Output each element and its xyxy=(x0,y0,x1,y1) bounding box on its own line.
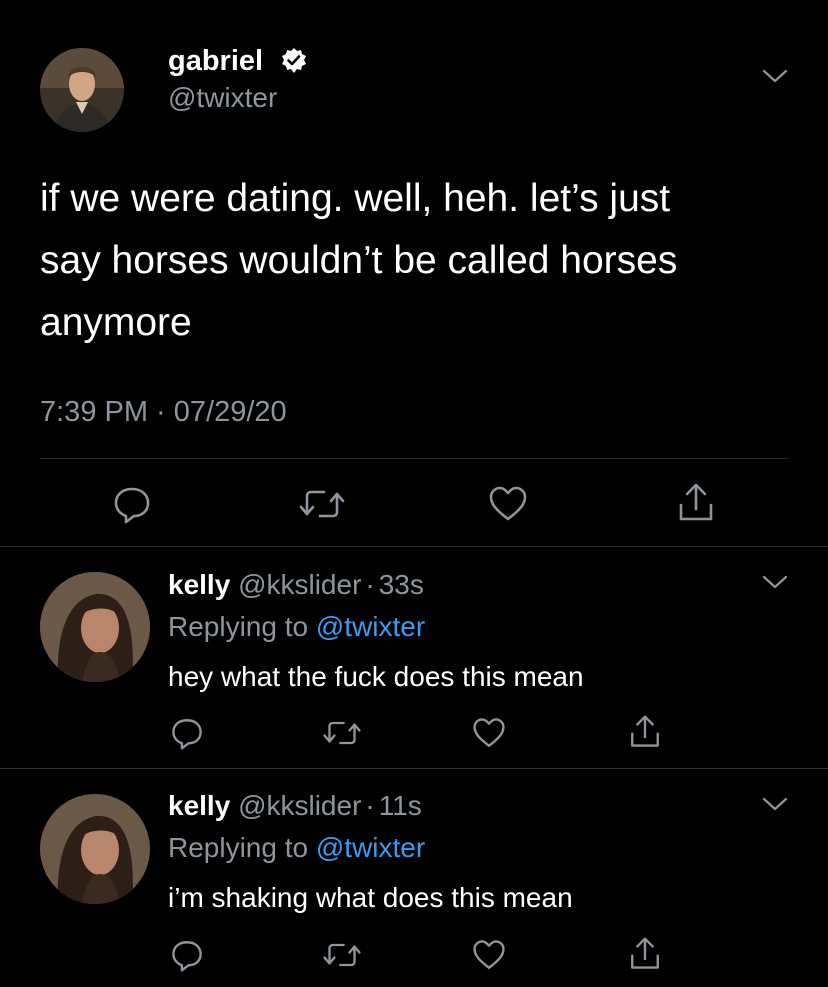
replying-to-label: Replying to xyxy=(168,832,309,863)
retweet-icon[interactable] xyxy=(322,716,362,750)
reply-icon[interactable] xyxy=(112,484,152,524)
separator-dot: · xyxy=(365,569,375,600)
replying-to-handle-link[interactable]: @twixter xyxy=(316,611,425,642)
retweet-icon[interactable] xyxy=(322,938,362,972)
tweet-text-line: say horses wouldn’t be called horses xyxy=(40,239,678,282)
replying-to: Replying to @twixter xyxy=(168,610,425,644)
like-icon[interactable] xyxy=(472,938,506,972)
chevron-down-icon[interactable] xyxy=(762,574,788,590)
replying-to-handle-link[interactable]: @twixter xyxy=(316,832,425,863)
divider xyxy=(0,546,828,547)
reply-text: i’m shaking what does this mean xyxy=(168,882,573,913)
reply-icon[interactable] xyxy=(170,716,204,750)
reply-time[interactable]: 11s xyxy=(379,790,422,821)
tweet-timestamp[interactable]: 7:39 PM · 07/29/20 xyxy=(40,395,287,429)
tweet-text-line: anymore xyxy=(40,301,192,344)
replying-to: Replying to @twixter xyxy=(168,831,425,865)
avatar-gabriel[interactable] xyxy=(40,48,124,132)
replying-to-label: Replying to xyxy=(168,611,309,642)
reply-author-name[interactable]: kelly xyxy=(168,790,230,821)
chevron-down-icon[interactable] xyxy=(762,68,788,84)
retweet-icon[interactable] xyxy=(298,484,346,524)
reply-text: hey what the fuck does this mean xyxy=(168,661,584,692)
share-icon[interactable] xyxy=(628,714,662,750)
reply-author-handle[interactable]: @kkslider xyxy=(238,790,361,821)
separator-dot: · xyxy=(365,790,375,821)
author-handle[interactable]: @twixter xyxy=(168,82,277,114)
avatar-kelly[interactable] xyxy=(40,794,150,904)
avatar-kelly[interactable] xyxy=(40,572,150,682)
reply-author-name[interactable]: kelly xyxy=(168,569,230,600)
author-display-name: gabriel xyxy=(168,45,264,77)
reply-author-handle[interactable]: @kkslider xyxy=(238,569,361,600)
reply-header: kelly @kkslider · 11s xyxy=(168,789,422,823)
divider xyxy=(40,458,788,459)
author-name[interactable]: gabriel xyxy=(168,44,263,78)
verified-badge-icon xyxy=(280,47,308,75)
reply-time[interactable]: 33s xyxy=(379,569,424,600)
like-icon[interactable] xyxy=(488,484,528,524)
share-icon[interactable] xyxy=(676,482,716,524)
tweet-text: if we were dating. well, heh. let’s just… xyxy=(40,168,677,354)
reply-header: kelly @kkslider · 33s xyxy=(168,568,424,602)
reply-icon[interactable] xyxy=(170,938,204,972)
like-icon[interactable] xyxy=(472,716,506,750)
divider xyxy=(0,768,828,769)
tweet-text-line: if we were dating. well, heh. let’s just xyxy=(40,177,671,220)
chevron-down-icon[interactable] xyxy=(762,796,788,812)
share-icon[interactable] xyxy=(628,936,662,972)
